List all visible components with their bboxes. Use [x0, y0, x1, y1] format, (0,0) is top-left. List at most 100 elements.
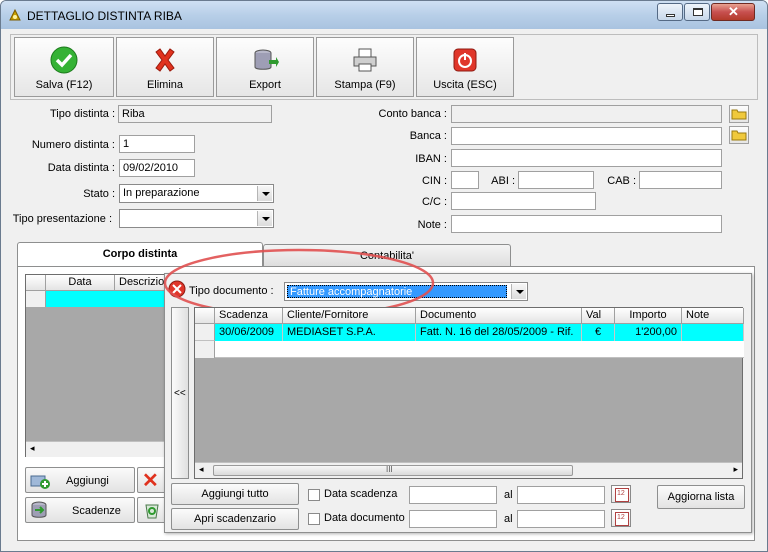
exit-label: Uscita (ESC)	[433, 79, 497, 91]
cell-scadenza: 30/06/2009	[215, 324, 283, 341]
iban-field[interactable]	[451, 149, 722, 167]
data-scadenza-from[interactable]	[409, 486, 497, 504]
left-grid-hscrollbar[interactable]: ◂	[26, 441, 171, 457]
cab-field[interactable]	[639, 171, 722, 189]
maximize-icon	[693, 8, 703, 16]
database-arrow-icon	[31, 501, 47, 518]
recycle-button[interactable]	[137, 497, 167, 523]
close-icon: ✕	[728, 4, 739, 19]
left-grid-corner	[26, 275, 46, 291]
col-header-scadenza[interactable]: Scadenza	[215, 308, 283, 324]
cc-field[interactable]	[451, 192, 596, 210]
scroll-right-icon[interactable]: ▸	[733, 464, 738, 475]
scadenze-button[interactable]: Scadenze	[25, 497, 135, 523]
stato-value: In preparazione	[123, 187, 200, 199]
scroll-thumb[interactable]: III	[213, 465, 573, 476]
documents-grid: Scadenza Cliente/Fornitore Documento Val…	[194, 307, 744, 479]
data-scadenza-to[interactable]	[517, 486, 605, 504]
scroll-grip: III	[386, 465, 393, 474]
collapse-button[interactable]: <<	[171, 307, 189, 479]
aggiungi-label: Aggiungi	[66, 475, 109, 487]
exit-button[interactable]: Uscita (ESC)	[416, 37, 514, 97]
calendar-icon[interactable]	[611, 485, 631, 503]
title-bar[interactable]: DETTAGLIO DISTINTA RIBA ✕	[1, 1, 767, 29]
folder-icon	[731, 109, 747, 120]
print-label: Stampa (F9)	[334, 79, 396, 91]
note-label: Note :	[417, 219, 447, 231]
stato-select[interactable]: In preparazione	[119, 184, 274, 203]
cell-note	[682, 324, 744, 341]
cin-field[interactable]	[451, 171, 479, 189]
abi-field[interactable]	[518, 171, 594, 189]
row-selector[interactable]	[195, 324, 215, 341]
export-label: Export	[249, 79, 281, 91]
data-documento-label: Data documento	[324, 512, 405, 524]
power-icon	[453, 48, 477, 72]
folder-icon	[731, 130, 747, 141]
tipo-presentazione-select[interactable]	[119, 209, 274, 228]
cab-label: CAB :	[607, 175, 636, 187]
scadenze-label: Scadenze	[72, 505, 121, 517]
tipo-distinta-label: Tipo distinta :	[49, 108, 115, 120]
documents-grid-hscrollbar[interactable]: ◂ III ▸	[195, 462, 742, 478]
chevron-down-icon[interactable]	[257, 186, 272, 201]
aggiorna-lista-button[interactable]: Aggiorna lista	[657, 485, 745, 509]
left-grid-col-data[interactable]: Data	[46, 275, 115, 291]
data-documento-checkbox[interactable]	[308, 513, 320, 525]
scroll-left-icon[interactable]: ◂	[199, 464, 204, 475]
print-button[interactable]: Stampa (F9)	[316, 37, 414, 97]
left-grid-selected-row[interactable]	[46, 291, 171, 307]
row-selector[interactable]	[195, 341, 215, 358]
collapse-label: <<	[174, 388, 186, 399]
window-title: DETTAGLIO DISTINTA RIBA	[27, 9, 182, 23]
col-header-val[interactable]: Val	[582, 308, 615, 324]
data-scadenza-checkbox[interactable]	[308, 489, 320, 501]
cc-label: C/C :	[421, 196, 447, 208]
col-header-cliente[interactable]: Cliente/Fornitore	[283, 308, 416, 324]
delete-row-button[interactable]: ✕	[137, 467, 167, 493]
table-row[interactable]: 30/06/2009 MEDIASET S.P.A. Fatt. N. 16 d…	[215, 324, 744, 341]
data-distinta-field[interactable]: 09/02/2010	[119, 159, 195, 177]
close-window-button[interactable]: ✕	[711, 3, 755, 21]
banca-label: Banca :	[409, 130, 447, 142]
printer-icon	[353, 48, 377, 72]
save-button[interactable]: Salva (F12)	[14, 37, 114, 97]
cell-importo: 1'200,00	[615, 324, 682, 341]
col-header-note[interactable]: Note	[682, 308, 744, 324]
export-button[interactable]: Export	[216, 37, 314, 97]
banca-browse-button[interactable]	[729, 126, 749, 144]
data-documento-to[interactable]	[517, 510, 605, 528]
chevron-down-icon[interactable]	[257, 211, 272, 226]
banca-field[interactable]	[451, 127, 722, 145]
aggiungi-button[interactable]: Aggiungi	[25, 467, 135, 493]
numero-distinta-field[interactable]: 1	[119, 135, 195, 153]
apri-scadenzario-button[interactable]: Apri scadenzario	[171, 508, 299, 530]
chevron-down-icon[interactable]	[511, 284, 526, 299]
calendar-icon[interactable]	[611, 509, 631, 527]
col-header-documento[interactable]: Documento	[416, 308, 582, 324]
cell-val: €	[582, 324, 615, 341]
note-field[interactable]	[451, 215, 722, 233]
stato-label: Stato :	[83, 188, 115, 200]
checkmark-icon	[50, 46, 78, 74]
col-header-importo[interactable]: Importo	[615, 308, 682, 324]
cell-documento: Fatt. N. 16 del 28/05/2009 - Rif.	[416, 324, 582, 341]
conto-banca-browse-button[interactable]	[729, 105, 749, 123]
scroll-left-icon[interactable]: ◂	[30, 443, 35, 454]
data-documento-from[interactable]	[409, 510, 497, 528]
database-export-icon	[254, 49, 279, 70]
aggiungi-tutto-button[interactable]: Aggiungi tutto	[171, 483, 299, 505]
conto-banca-label: Conto banca :	[378, 108, 448, 120]
table-row-new[interactable]	[215, 341, 744, 358]
documents-grid-corner	[195, 308, 215, 324]
al-label-2: al	[504, 513, 513, 525]
delete-button[interactable]: Elimina	[116, 37, 214, 97]
delete-x-icon: ✕	[142, 470, 159, 492]
conto-banca-field	[451, 105, 722, 123]
add-icon	[30, 475, 50, 489]
maximize-button[interactable]	[684, 3, 710, 21]
row-selector[interactable]	[26, 291, 46, 307]
minimize-button[interactable]	[657, 3, 683, 21]
data-distinta-label: Data distinta :	[47, 162, 115, 174]
cin-label: CIN :	[421, 175, 447, 187]
